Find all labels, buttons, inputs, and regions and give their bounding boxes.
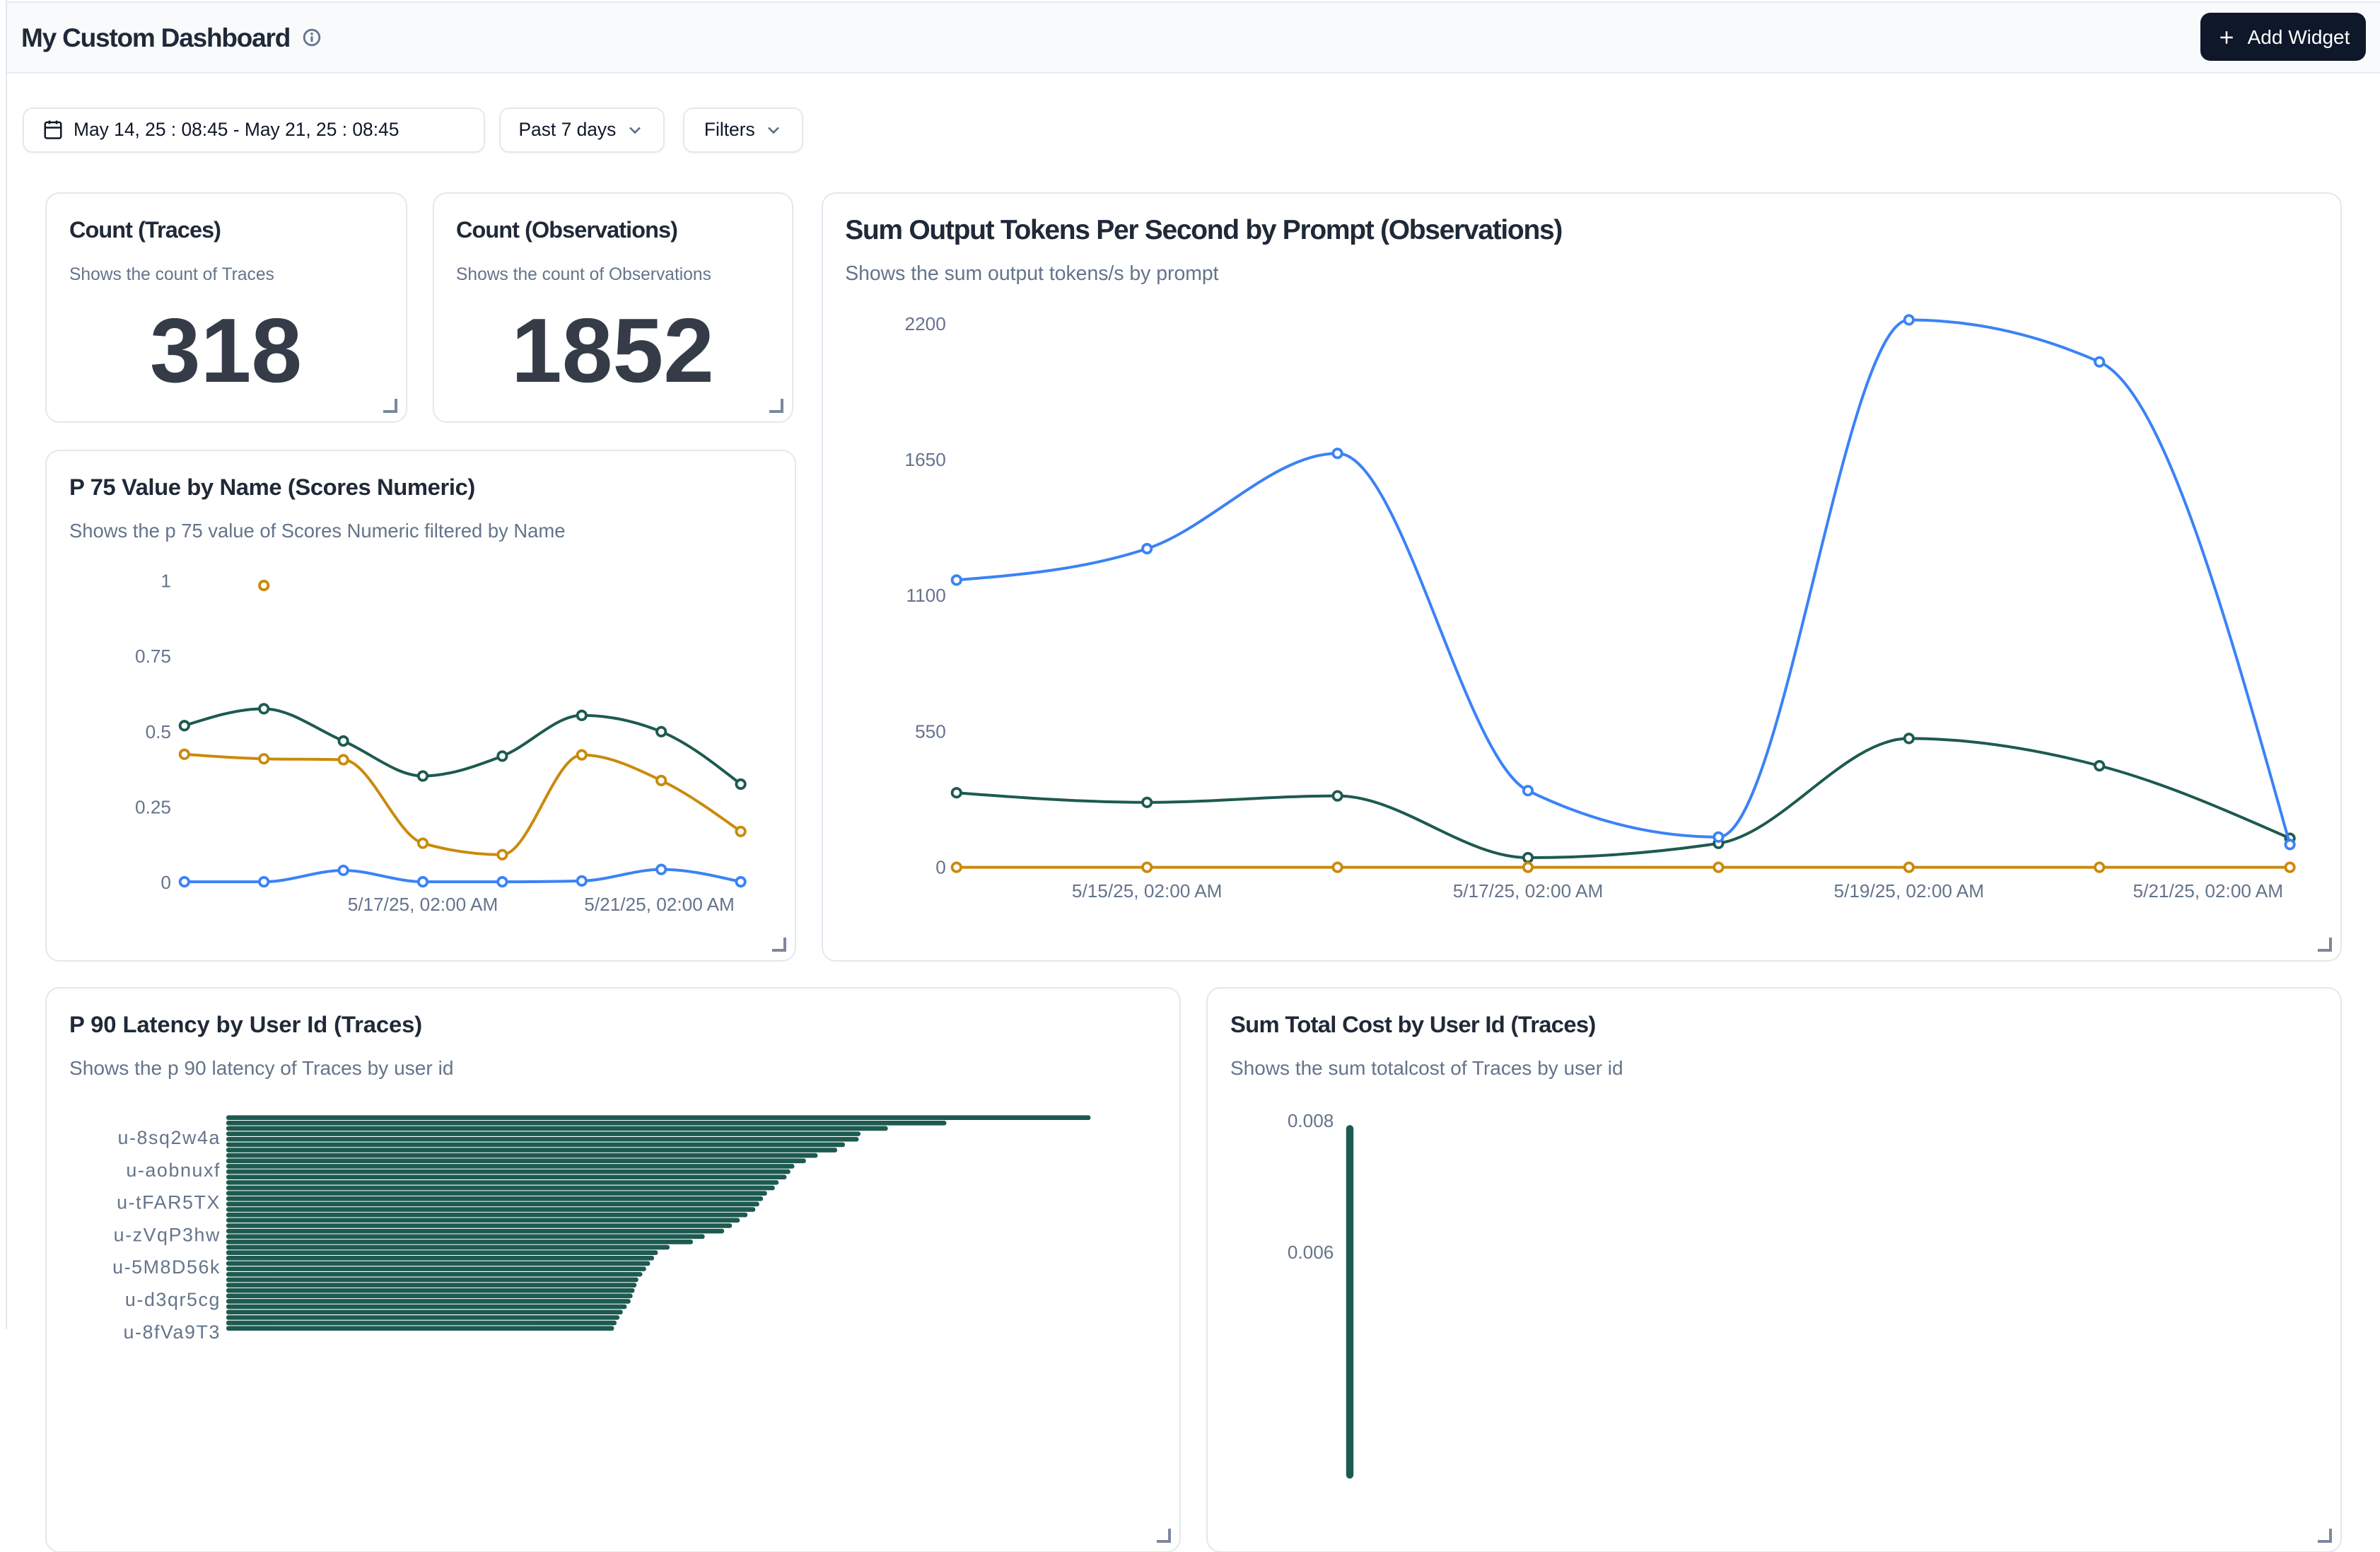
svg-text:u-zVqP3hw: u-zVqP3hw bbox=[114, 1223, 221, 1244]
svg-text:0: 0 bbox=[161, 871, 171, 892]
svg-text:2200: 2200 bbox=[904, 313, 945, 334]
svg-text:0.5: 0.5 bbox=[146, 720, 171, 742]
svg-text:u-aobnuxf: u-aobnuxf bbox=[126, 1159, 221, 1180]
svg-text:0.008: 0.008 bbox=[1288, 1109, 1334, 1131]
svg-text:5/21/25, 02:00 AM: 5/21/25, 02:00 AM bbox=[2133, 880, 2283, 902]
svg-text:1100: 1100 bbox=[906, 585, 945, 606]
svg-text:u-tFAR5TX: u-tFAR5TX bbox=[117, 1191, 221, 1213]
svg-text:5/21/25, 02:00 AM: 5/21/25, 02:00 AM bbox=[584, 893, 735, 914]
svg-text:550: 550 bbox=[914, 720, 945, 742]
svg-text:u-d3qr5cg: u-d3qr5cg bbox=[125, 1288, 221, 1309]
svg-text:0.75: 0.75 bbox=[135, 645, 171, 666]
svg-text:5/15/25, 02:00 AM: 5/15/25, 02:00 AM bbox=[1071, 880, 1222, 902]
svg-text:0: 0 bbox=[935, 857, 945, 878]
svg-text:1: 1 bbox=[161, 570, 171, 591]
svg-text:5/17/25, 02:00 AM: 5/17/25, 02:00 AM bbox=[348, 893, 498, 914]
svg-text:u-5M8D56k: u-5M8D56k bbox=[112, 1256, 221, 1277]
svg-text:5/17/25, 02:00 AM: 5/17/25, 02:00 AM bbox=[1452, 880, 1603, 902]
svg-text:1650: 1650 bbox=[904, 449, 945, 470]
svg-text:0.25: 0.25 bbox=[135, 795, 171, 817]
svg-text:u-8sq2w4a: u-8sq2w4a bbox=[118, 1126, 221, 1148]
svg-text:0.006: 0.006 bbox=[1288, 1241, 1334, 1262]
svg-text:5/19/25, 02:00 AM: 5/19/25, 02:00 AM bbox=[1833, 880, 1984, 902]
svg-text:u-8fVa9T3: u-8fVa9T3 bbox=[123, 1321, 221, 1342]
